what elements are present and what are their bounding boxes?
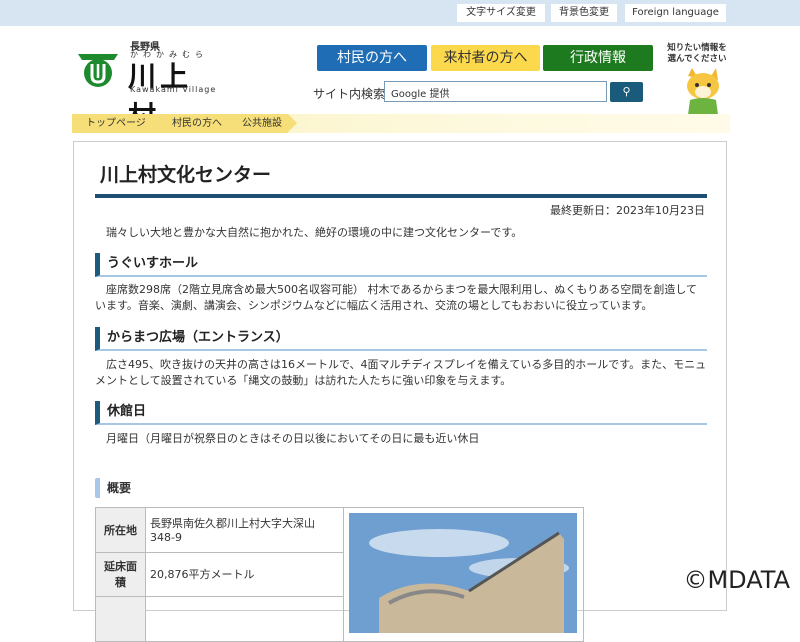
page-title: 川上村文化センター bbox=[100, 164, 272, 186]
overview-table: 所在地 長野県南佐久郡川上村大字大深山348-9 延床面積 20,876平方メー… bbox=[95, 507, 584, 642]
breadcrumb-residents[interactable]: 村民の方へ bbox=[158, 114, 237, 133]
row-value: 20,876平方メートル bbox=[145, 551, 344, 598]
main-content: 川上村文化センター 最終更新日：2023年10月23日 瑞々しい大地と豊かな大自… bbox=[73, 141, 727, 642]
last-updated: 最終更新日：2023年10月23日 bbox=[550, 204, 705, 217]
utility-bar: 文字サイズ変更 背景色変更 Foreign language bbox=[0, 0, 800, 26]
site-logo[interactable]: 長野県 かわかみむら 川上村 Kawakami Village bbox=[78, 38, 218, 133]
title-divider bbox=[95, 194, 707, 198]
village-emblem-icon bbox=[78, 54, 118, 87]
section-body: 月曜日（月曜日が祝祭日のときはその日以後においてその日に最も近い休日 bbox=[106, 432, 480, 445]
foreign-language-button[interactable]: Foreign language bbox=[625, 4, 726, 22]
overview-heading: 概要 bbox=[95, 478, 131, 498]
background-color-button[interactable]: 背景色変更 bbox=[551, 4, 617, 22]
logo-roman: Kawakami Village bbox=[130, 85, 217, 94]
breadcrumb: トップページ 村民の方へ 公共施設 bbox=[72, 114, 730, 133]
table-row: 所在地 長野県南佐久郡川上村大字大深山348-9 bbox=[95, 507, 584, 642]
row-label: 所在地 bbox=[95, 507, 146, 553]
nav-residents[interactable]: 村民の方へ bbox=[317, 45, 427, 71]
section-heading: からまつ広場（エントランス） bbox=[95, 327, 707, 351]
section-heading: 休館日 bbox=[95, 401, 707, 425]
row-label bbox=[95, 596, 146, 642]
mascot-caption: 知りたい情報を選んでください bbox=[667, 43, 727, 64]
breadcrumb-top[interactable]: トップページ bbox=[72, 114, 167, 133]
section-body: 広さ495、吹き抜けの天井の高さは16メートルで、4面マルチディスプレイを備えて… bbox=[95, 358, 707, 387]
section-body: 座席数298席（2階立見席含め最大500名収容可能） 村木であるからまつを最大限… bbox=[95, 283, 698, 312]
font-size-button[interactable]: 文字サイズ変更 bbox=[457, 4, 545, 22]
nav-visitors[interactable]: 来村者の方へ bbox=[431, 45, 540, 71]
intro-text: 瑞々しい大地と豊かな大自然に抱かれた、絶好の環境の中に建つ文化センターです。 bbox=[106, 226, 523, 239]
search-button[interactable]: ⚲ bbox=[610, 82, 643, 102]
watermark: ©MDATA bbox=[683, 566, 790, 594]
section-heading: うぐいすホール bbox=[95, 253, 707, 277]
row-value: 長野県南佐久郡川上村大字大深山348-9 bbox=[145, 507, 344, 553]
mascot-icon bbox=[687, 68, 719, 115]
search-icon: ⚲ bbox=[622, 85, 631, 98]
row-label: 延床面積 bbox=[95, 551, 146, 598]
breadcrumb-public-facilities: 公共施設 bbox=[228, 114, 297, 133]
building-photo bbox=[343, 507, 584, 642]
row-value bbox=[145, 596, 344, 642]
nav-administration[interactable]: 行政情報 bbox=[543, 45, 653, 71]
building-photo-image bbox=[349, 513, 577, 633]
search-input[interactable]: Google 提供 bbox=[384, 81, 607, 102]
search-label: サイト内検索 bbox=[313, 87, 386, 101]
